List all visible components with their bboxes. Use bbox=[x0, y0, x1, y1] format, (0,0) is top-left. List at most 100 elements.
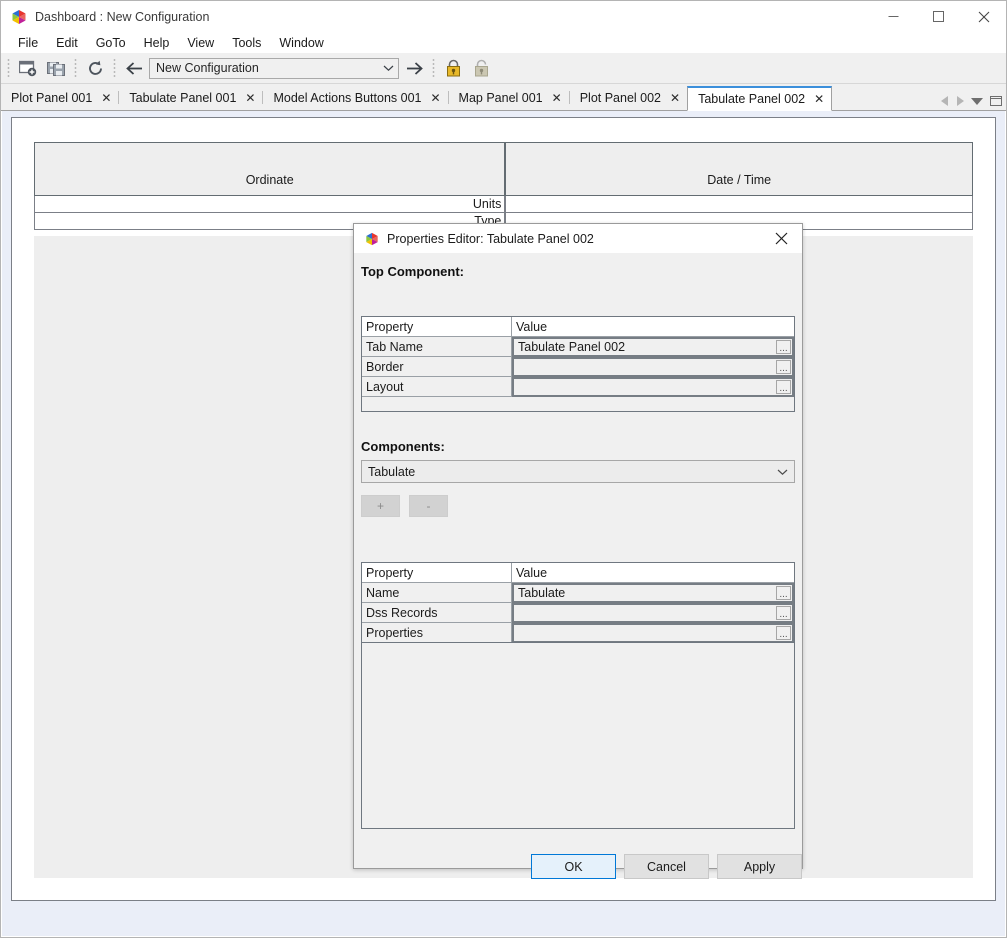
property-value-name[interactable]: Tabulate ... bbox=[512, 583, 794, 603]
configuration-value: New Configuration bbox=[150, 61, 378, 75]
apply-button[interactable]: Apply bbox=[717, 854, 802, 879]
close-icon[interactable]: ✕ bbox=[552, 92, 562, 104]
property-table-header: Property Value bbox=[362, 317, 794, 337]
application-window: Dashboard : New Configuration File Edit … bbox=[0, 0, 1007, 938]
menu-item-file[interactable]: File bbox=[9, 34, 47, 52]
close-icon[interactable]: ✕ bbox=[245, 92, 255, 104]
column-header-ordinate[interactable]: Ordinate bbox=[34, 142, 505, 196]
tabulate-grid: Ordinate Date / Time Units Type bbox=[34, 142, 973, 230]
components-heading: Components: bbox=[361, 439, 445, 454]
lock-open-icon[interactable] bbox=[467, 55, 495, 81]
restore-icon[interactable] bbox=[990, 96, 1002, 106]
chevron-down-icon[interactable] bbox=[770, 468, 794, 476]
configuration-combobox[interactable]: New Configuration bbox=[149, 58, 399, 79]
panel-tab-strip: Plot Panel 001 ✕ Tabulate Panel 001 ✕ Mo… bbox=[1, 84, 1006, 111]
tab-label: Tabulate Panel 002 bbox=[698, 92, 805, 106]
tab-label: Model Actions Buttons 001 bbox=[273, 91, 421, 105]
menu-item-view[interactable]: View bbox=[178, 34, 223, 52]
menu-bar: File Edit GoTo Help View Tools Window bbox=[1, 32, 1006, 53]
tab-map-panel-001[interactable]: Map Panel 001 ✕ bbox=[449, 86, 569, 110]
property-row-dss-records: Dss Records ... bbox=[362, 603, 794, 623]
tab-label: Plot Panel 002 bbox=[580, 91, 661, 105]
ellipsis-button[interactable]: ... bbox=[776, 586, 791, 600]
components-combobox[interactable]: Tabulate bbox=[361, 460, 795, 483]
components-selected-value: Tabulate bbox=[362, 465, 770, 479]
toolbar-grip-2 bbox=[73, 58, 78, 78]
row-value-units[interactable] bbox=[505, 196, 973, 213]
property-label: Border bbox=[362, 357, 512, 377]
table-header-row: Ordinate Date / Time bbox=[34, 142, 973, 196]
column-header-date-time[interactable]: Date / Time bbox=[505, 142, 973, 196]
toolbar-grip-4 bbox=[431, 58, 436, 78]
ok-button[interactable]: OK bbox=[531, 854, 616, 879]
ellipsis-button[interactable]: ... bbox=[776, 606, 791, 620]
property-row-border: Border ... bbox=[362, 357, 794, 377]
minimize-button[interactable] bbox=[871, 1, 916, 32]
tab-tabulate-panel-002[interactable]: Tabulate Panel 002 ✕ bbox=[687, 86, 832, 111]
window-title: Dashboard : New Configuration bbox=[35, 10, 209, 24]
menu-item-window[interactable]: Window bbox=[270, 34, 332, 52]
chevron-down-icon[interactable] bbox=[378, 64, 398, 72]
component-add-remove-group: + - bbox=[361, 495, 448, 517]
tab-tabulate-panel-001[interactable]: Tabulate Panel 001 ✕ bbox=[119, 86, 262, 110]
property-table-header: Property Value bbox=[362, 563, 794, 583]
tab-plot-panel-001[interactable]: Plot Panel 001 ✕ bbox=[1, 86, 118, 110]
toolbar: New Configuration bbox=[1, 53, 1006, 84]
app-cube-icon bbox=[11, 9, 27, 25]
scroll-right-icon[interactable] bbox=[956, 96, 964, 106]
tab-plot-panel-002[interactable]: Plot Panel 002 ✕ bbox=[570, 86, 687, 110]
property-row-properties: Properties ... bbox=[362, 623, 794, 643]
property-value-properties[interactable]: ... bbox=[512, 623, 794, 643]
properties-editor-dialog: Properties Editor: Tabulate Panel 002 To… bbox=[353, 223, 803, 869]
tab-model-actions-buttons-001[interactable]: Model Actions Buttons 001 ✕ bbox=[263, 86, 447, 110]
menu-item-edit[interactable]: Edit bbox=[47, 34, 87, 52]
refresh-icon[interactable] bbox=[81, 55, 109, 81]
menu-item-tools[interactable]: Tools bbox=[223, 34, 270, 52]
component-detail-area[interactable] bbox=[361, 642, 795, 829]
maximize-button[interactable] bbox=[916, 1, 961, 32]
close-button[interactable] bbox=[961, 1, 1006, 32]
close-icon[interactable]: ✕ bbox=[814, 93, 824, 105]
menu-item-goto[interactable]: GoTo bbox=[87, 34, 135, 52]
property-value-border[interactable]: ... bbox=[512, 357, 794, 377]
column-header-property: Property bbox=[362, 317, 512, 337]
property-row-name: Name Tabulate ... bbox=[362, 583, 794, 603]
column-header-value: Value bbox=[512, 317, 794, 337]
save-copy-icon[interactable] bbox=[42, 55, 70, 81]
arrow-left-icon[interactable] bbox=[120, 55, 148, 81]
property-value-dss-records[interactable]: ... bbox=[512, 603, 794, 623]
top-component-heading: Top Component: bbox=[361, 264, 464, 279]
ellipsis-button[interactable]: ... bbox=[776, 340, 791, 354]
property-value-layout[interactable]: ... bbox=[512, 377, 794, 397]
scroll-left-icon[interactable] bbox=[941, 96, 949, 106]
close-icon[interactable]: ✕ bbox=[670, 92, 680, 104]
toolbar-grip[interactable] bbox=[6, 58, 11, 78]
dialog-close-button[interactable] bbox=[764, 224, 798, 253]
lock-closed-icon[interactable] bbox=[439, 55, 467, 81]
arrow-right-icon[interactable] bbox=[400, 55, 428, 81]
cancel-button[interactable]: Cancel bbox=[624, 854, 709, 879]
property-value-tab-name[interactable]: Tabulate Panel 002 ... bbox=[512, 337, 794, 357]
title-bar: Dashboard : New Configuration bbox=[1, 1, 1006, 32]
close-icon[interactable]: ✕ bbox=[101, 92, 111, 104]
menu-item-help[interactable]: Help bbox=[135, 34, 179, 52]
dialog-title-bar: Properties Editor: Tabulate Panel 002 bbox=[354, 224, 802, 253]
close-icon[interactable]: ✕ bbox=[430, 92, 440, 104]
ellipsis-button[interactable]: ... bbox=[776, 360, 791, 374]
row-label-units[interactable]: Units bbox=[34, 196, 505, 213]
property-row-tab-name: Tab Name Tabulate Panel 002 ... bbox=[362, 337, 794, 357]
remove-component-button[interactable]: - bbox=[409, 495, 448, 517]
property-label: Properties bbox=[362, 623, 512, 643]
new-window-icon[interactable] bbox=[14, 55, 42, 81]
ellipsis-button[interactable]: ... bbox=[776, 626, 791, 640]
dialog-body: Top Component: Property Value Tab Name T… bbox=[354, 253, 802, 868]
tab-label: Tabulate Panel 001 bbox=[129, 91, 236, 105]
value-text: Tabulate bbox=[518, 586, 565, 600]
value-text: Tabulate Panel 002 bbox=[518, 340, 625, 354]
ellipsis-button[interactable]: ... bbox=[776, 380, 791, 394]
window-controls bbox=[871, 1, 1006, 32]
app-cube-icon bbox=[365, 232, 379, 246]
add-component-button[interactable]: + bbox=[361, 495, 400, 517]
tab-scroll-controls bbox=[941, 96, 1002, 106]
tab-list-icon[interactable] bbox=[971, 97, 983, 105]
